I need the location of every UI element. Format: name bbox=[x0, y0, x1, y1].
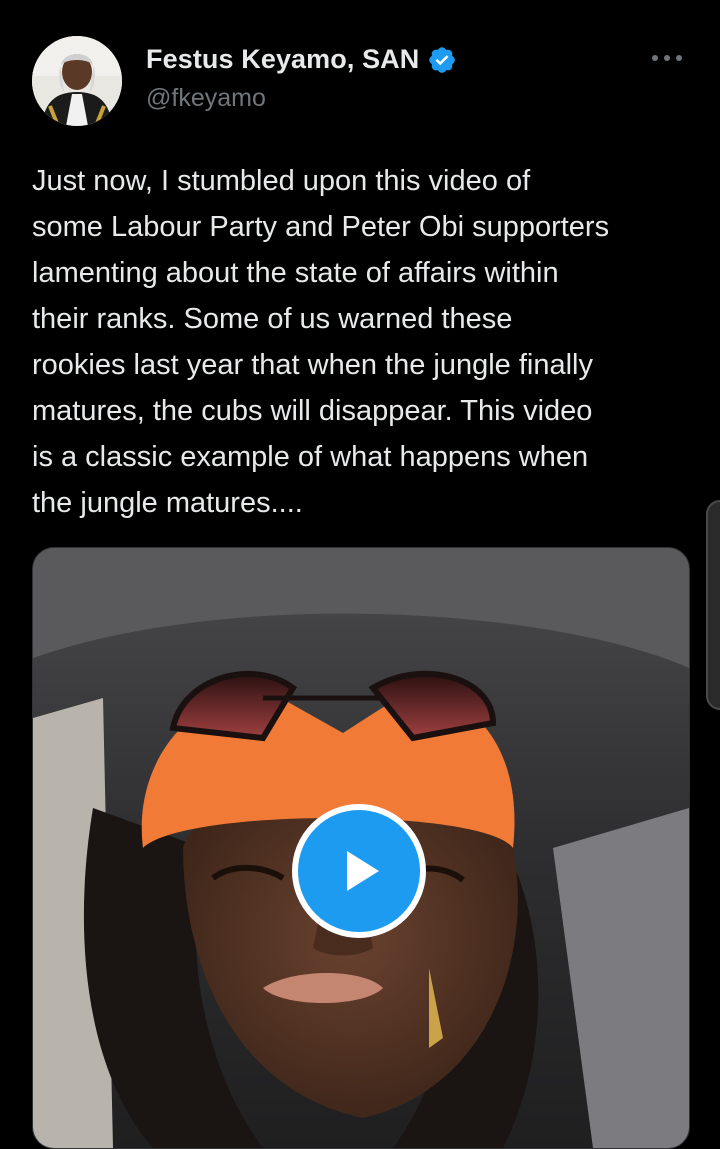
author-name-row[interactable]: Festus Keyamo, SAN bbox=[146, 44, 457, 75]
play-icon bbox=[347, 851, 379, 891]
verified-badge-icon bbox=[427, 45, 457, 75]
scrollbar-handle[interactable] bbox=[706, 500, 720, 710]
author-avatar[interactable] bbox=[32, 36, 122, 126]
tweet-video[interactable] bbox=[32, 547, 690, 1149]
tweet-header: Festus Keyamo, SAN @fkeyamo bbox=[32, 36, 688, 130]
author-display-name[interactable]: Festus Keyamo, SAN bbox=[146, 44, 419, 75]
tweet-text: Just now, I stumbled upon this video of … bbox=[32, 165, 610, 519]
more-options-icon[interactable] bbox=[650, 48, 684, 68]
profile-photo bbox=[32, 36, 122, 126]
author-handle[interactable]: @fkeyamo bbox=[146, 84, 266, 113]
play-button[interactable] bbox=[292, 804, 426, 938]
